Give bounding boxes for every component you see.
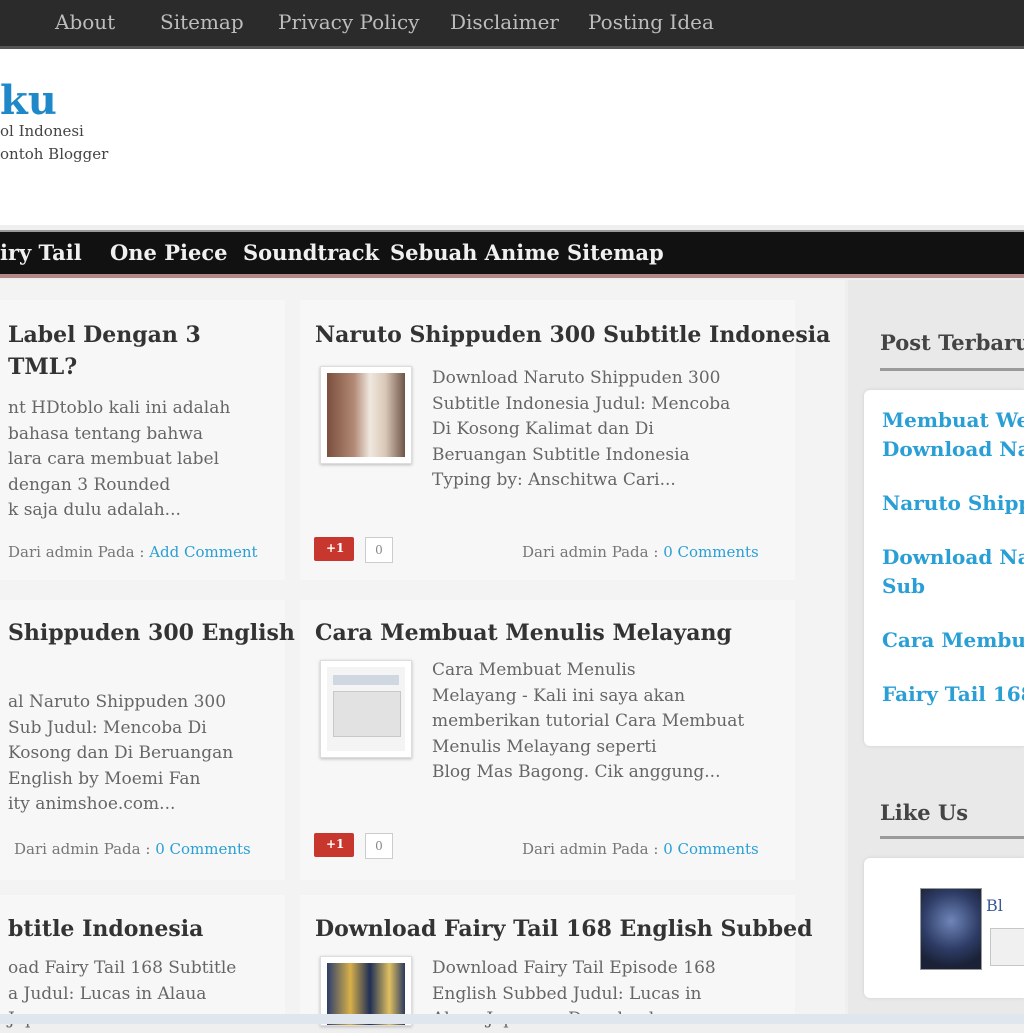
snippet-line: Melayang - Kali ini saya akan — [432, 685, 686, 706]
mainnav-one-piece[interactable]: One Piece — [110, 240, 228, 265]
topnav-about[interactable]: About — [55, 10, 115, 34]
snippet-line: English by Moemi Fan — [8, 768, 201, 789]
topnav-posting-idea[interactable]: Posting Idea — [588, 10, 714, 34]
post-snippet: al Naruto Shippuden 300 Sub Judul: Menco… — [8, 690, 254, 818]
comments-link[interactable]: 0 Comments — [663, 543, 759, 561]
snippet-line: Di Kosong Kalimat dan Di — [432, 419, 654, 439]
thumbnail-screenshot-box — [333, 691, 401, 737]
post-title[interactable]: Naruto Shippuden 300 Subtitle Indonesia — [315, 322, 830, 348]
post-title-line2[interactable]: TML? — [8, 354, 77, 380]
snippet-line: Download Naruto Shippuden 300 — [432, 368, 721, 388]
snippet-line: oad Fairy Tail 168 Subtitle — [8, 958, 237, 978]
snippet-line: Download Fairy Tail Episode 168 — [432, 958, 716, 978]
google-plus-button[interactable]: +1 — [314, 537, 354, 561]
recent-post-link[interactable]: Download Na — [882, 435, 1024, 463]
widget-title-underline — [880, 368, 1024, 371]
main-navbar: iry Tail One Piece Soundtrack Sebuah Ani… — [0, 230, 1024, 278]
topnav-disclaimer[interactable]: Disclaimer — [450, 10, 559, 34]
site-description-line2: ontoh Blogger — [0, 145, 109, 163]
post-title[interactable]: Shippuden 300 English — [8, 620, 295, 646]
thumbnail-screenshot-bar — [333, 675, 399, 685]
post-meta-author: Dari admin Pada : — [14, 840, 151, 858]
bottom-edge-strip — [0, 1014, 1024, 1024]
widget-title-recent-posts: Post Terbaru — [880, 330, 1024, 355]
snippet-line: Beruangan Subtitle Indonesia — [432, 444, 690, 465]
site-header: ku ol Indonesi ontoh Blogger — [0, 49, 1024, 225]
post-meta-author: Dari admin Pada : — [522, 840, 659, 858]
snippet-line: nt HDtoblo kali ini adalah — [8, 398, 231, 418]
thumbnail-image — [327, 667, 405, 751]
snippet-line: Cara Membuat Menulis — [432, 660, 636, 680]
snippet-line: dengan 3 Rounded — [8, 474, 171, 495]
snippet-line: ity animshoe.com... — [8, 794, 176, 814]
post-meta-author: Dari admin Pada : — [8, 543, 145, 561]
top-navbar: About Sitemap Privacy Policy Disclaimer … — [0, 0, 1024, 49]
google-plus-label: +1 — [326, 837, 345, 851]
topnav-privacy-policy[interactable]: Privacy Policy — [278, 10, 419, 34]
snippet-line: Subtitle Indonesia Judul: Mencoba — [432, 393, 731, 414]
google-plus-count: 0 — [365, 537, 393, 563]
mainnav-sebuah-anime[interactable]: Sebuah Anime — [390, 240, 560, 265]
snippet-line: lara cara membuat label — [8, 449, 220, 469]
snippet-line: Blog Mas Bagong. Cik anggung... — [432, 762, 721, 782]
thumbnail-image — [327, 373, 405, 457]
post-title[interactable]: Cara Membuat Menulis Melayang — [315, 620, 732, 646]
snippet-line: Menulis Melayang seperti — [432, 736, 657, 757]
recent-post-link[interactable]: Fairy Tail 168 — [882, 680, 1024, 708]
snippet-line: English Subbed Judul: Lucas in — [432, 983, 702, 1004]
recent-post-link[interactable]: Cara Membua — [882, 626, 1024, 654]
site-title[interactable]: ku — [0, 77, 57, 124]
post-thumbnail[interactable] — [320, 660, 412, 758]
post-title[interactable]: btitle Indonesia — [8, 916, 203, 942]
facebook-page-avatar[interactable] — [920, 888, 982, 970]
google-plus-label: +1 — [326, 541, 345, 555]
google-plus-count: 0 — [365, 833, 393, 859]
google-plus-button[interactable]: +1 — [314, 833, 354, 857]
comments-link[interactable]: Add Comment — [149, 543, 257, 561]
widget-title-underline — [880, 836, 1024, 839]
comments-link[interactable]: 0 Comments — [155, 840, 251, 858]
recent-post-link[interactable]: Naruto Shippu — [882, 489, 1024, 517]
mainnav-sitemap[interactable]: Sitemap — [567, 240, 664, 265]
snippet-line: al Naruto Shippuden 300 — [8, 692, 227, 712]
facebook-like-button[interactable] — [990, 928, 1024, 966]
snippet-line: k saja dulu adalah... — [8, 500, 181, 520]
post-meta: Dari admin Pada : 0 Comments — [522, 543, 759, 561]
comments-link[interactable]: 0 Comments — [663, 840, 759, 858]
post-snippet: Download Naruto Shippuden 300 Subtitle I… — [432, 366, 762, 494]
snippet-line: Sub Judul: Mencoba Di — [8, 717, 207, 738]
snippet-line: memberikan tutorial Cara Membuat — [432, 711, 745, 731]
recent-post-link[interactable]: Membuat Web — [882, 406, 1024, 434]
snippet-line: bahasa tentang bahwa — [8, 423, 204, 444]
post-title[interactable]: Label Dengan 3 — [8, 322, 201, 348]
post-title[interactable]: Download Fairy Tail 168 English Subbed — [315, 916, 812, 942]
snippet-line: Kosong dan Di Beruangan — [8, 743, 234, 763]
topnav-sitemap[interactable]: Sitemap — [160, 10, 244, 34]
post-meta-author: Dari admin Pada : — [522, 543, 659, 561]
mainnav-soundtrack[interactable]: Soundtrack — [243, 240, 379, 265]
snippet-line: a Judul: Lucas in Alaua — [8, 983, 207, 1004]
facebook-page-name[interactable]: Bl — [986, 896, 1003, 915]
snippet-line: Typing by: Anschitwa Cari... — [432, 470, 676, 490]
widget-title-like-us: Like Us — [880, 800, 969, 825]
recent-post-link[interactable]: Download Nar — [882, 543, 1024, 571]
post-snippet: Cara Membuat Menulis Melayang - Kali ini… — [432, 658, 762, 786]
mainnav-fairy-tail[interactable]: iry Tail — [0, 240, 82, 265]
post-thumbnail[interactable] — [320, 366, 412, 464]
site-description-line1: ol Indonesi — [0, 122, 84, 140]
post-snippet: nt HDtoblo kali ini adalah bahasa tentan… — [8, 396, 254, 524]
recent-post-link[interactable]: Sub — [882, 572, 925, 600]
post-meta: Dari admin Pada : 0 Comments — [522, 840, 759, 858]
post-meta: Dari admin Pada : 0 Comments — [14, 840, 251, 858]
post-meta: Dari admin Pada : Add Comment — [8, 543, 258, 561]
